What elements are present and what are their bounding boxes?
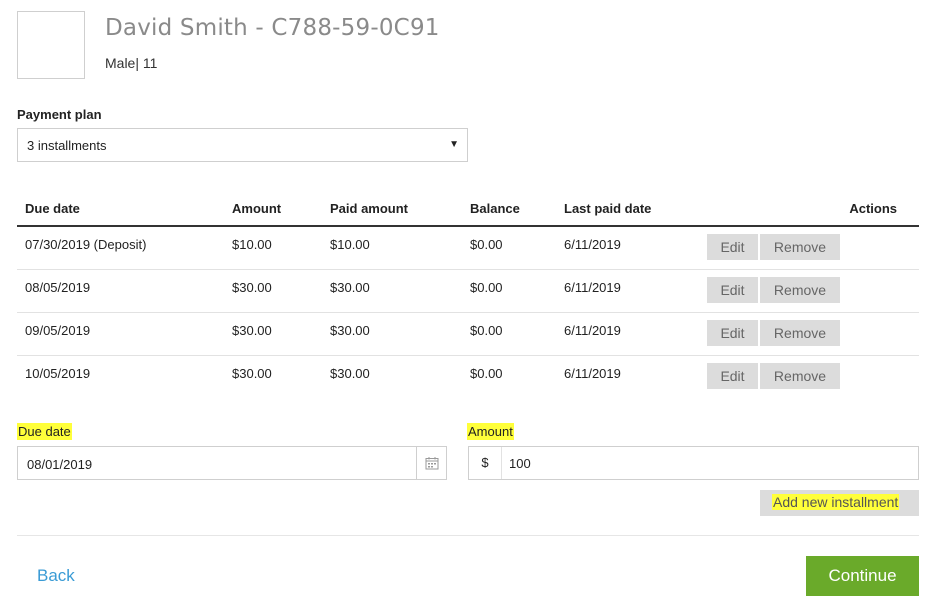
due-date-label: Due date (17, 423, 72, 440)
cell-actions: Edit Remove (707, 312, 919, 356)
cell-actions: Edit Remove (707, 269, 919, 313)
chevron-down-icon: ▼ (449, 139, 459, 150)
amount-value: 100 (509, 456, 531, 471)
header-last-paid-date: Last paid date (556, 192, 707, 227)
cell-amount: $30.00 (224, 269, 322, 313)
edit-button[interactable]: Edit (707, 319, 758, 346)
patient-meta: Male| 11 (105, 55, 158, 71)
add-new-installment-label: Add new installment (772, 494, 900, 510)
table-row: 08/05/2019 $30.00 $30.00 $0.00 6/11/2019… (17, 269, 919, 313)
header-actions: Actions (707, 192, 919, 227)
amount-input[interactable]: $ 100 (468, 446, 919, 480)
edit-button[interactable]: Edit (707, 276, 758, 303)
header-amount: Amount (224, 192, 322, 227)
table-row: 09/05/2019 $30.00 $30.00 $0.00 6/11/2019… (17, 312, 919, 356)
avatar (17, 11, 85, 79)
currency-symbol: $ (469, 447, 502, 479)
remove-button[interactable]: Remove (760, 276, 840, 303)
table-header-row: Due date Amount Paid amount Balance Last… (17, 192, 919, 227)
back-link[interactable]: Back (37, 566, 75, 586)
cell-due-date: 09/05/2019 (17, 312, 224, 356)
payment-plan-value: 3 installments (27, 138, 107, 153)
cell-last-paid-date: 6/11/2019 (556, 269, 707, 313)
cell-due-date: 10/05/2019 (25, 365, 91, 381)
remove-button[interactable]: Remove (760, 319, 840, 346)
cell-last-paid-date: 6/11/2019 (556, 312, 707, 356)
cell-balance: $0.00 (462, 226, 556, 270)
amount-label: Amount (467, 423, 514, 440)
cell-paid-amount: $30.00 (322, 312, 462, 356)
cell-last-paid-date: 6/11/2019 (556, 226, 707, 270)
remove-button[interactable]: Remove (760, 234, 840, 260)
header-balance: Balance (462, 192, 556, 227)
edit-button[interactable]: Edit (707, 362, 758, 389)
cell-balance: $0.00 (470, 365, 503, 381)
add-new-installment-button[interactable]: Add new installment (760, 490, 919, 516)
cell-amount: $30.00 (232, 365, 272, 381)
cell-due-date: 08/05/2019 (17, 269, 224, 313)
payment-plan-select[interactable]: 3 installments ▼ (17, 128, 468, 162)
cell-paid-amount: $10.00 (322, 226, 462, 270)
payment-plan-label: Payment plan (17, 107, 102, 122)
cell-balance: $0.00 (462, 312, 556, 356)
cell-actions: Edit Remove (707, 226, 919, 270)
header-due-date: Due date (17, 192, 224, 227)
cell-last-paid-date: 6/11/2019 (564, 365, 621, 381)
divider (17, 535, 919, 536)
remove-button[interactable]: Remove (760, 362, 840, 389)
due-date-value: 08/01/2019 (27, 457, 93, 472)
cell-paid-amount: $30.00 (322, 269, 462, 313)
cell-amount: $30.00 (224, 312, 322, 356)
table-row: 07/30/2019 (Deposit) $10.00 $10.00 $0.00… (17, 226, 919, 270)
cell-actions: Edit Remove (707, 355, 919, 398)
calendar-icon[interactable] (416, 447, 446, 479)
cell-amount: $10.00 (224, 226, 322, 270)
due-date-input[interactable]: 08/01/2019 (17, 446, 447, 480)
installments-table: Due date Amount Paid amount Balance Last… (17, 192, 919, 398)
edit-button[interactable]: Edit (707, 234, 758, 260)
table-row: 10/05/2019 $30.00 $30.00 $0.00 6/11/2019… (17, 355, 919, 398)
continue-button[interactable]: Continue (806, 556, 919, 596)
header-paid-amount: Paid amount (322, 192, 462, 227)
cell-paid-amount: $30.00 (330, 365, 370, 381)
cell-balance: $0.00 (462, 269, 556, 313)
patient-name: David Smith - C788-59-0C91 (105, 15, 440, 41)
cell-due-date: 07/30/2019 (Deposit) (17, 226, 224, 270)
